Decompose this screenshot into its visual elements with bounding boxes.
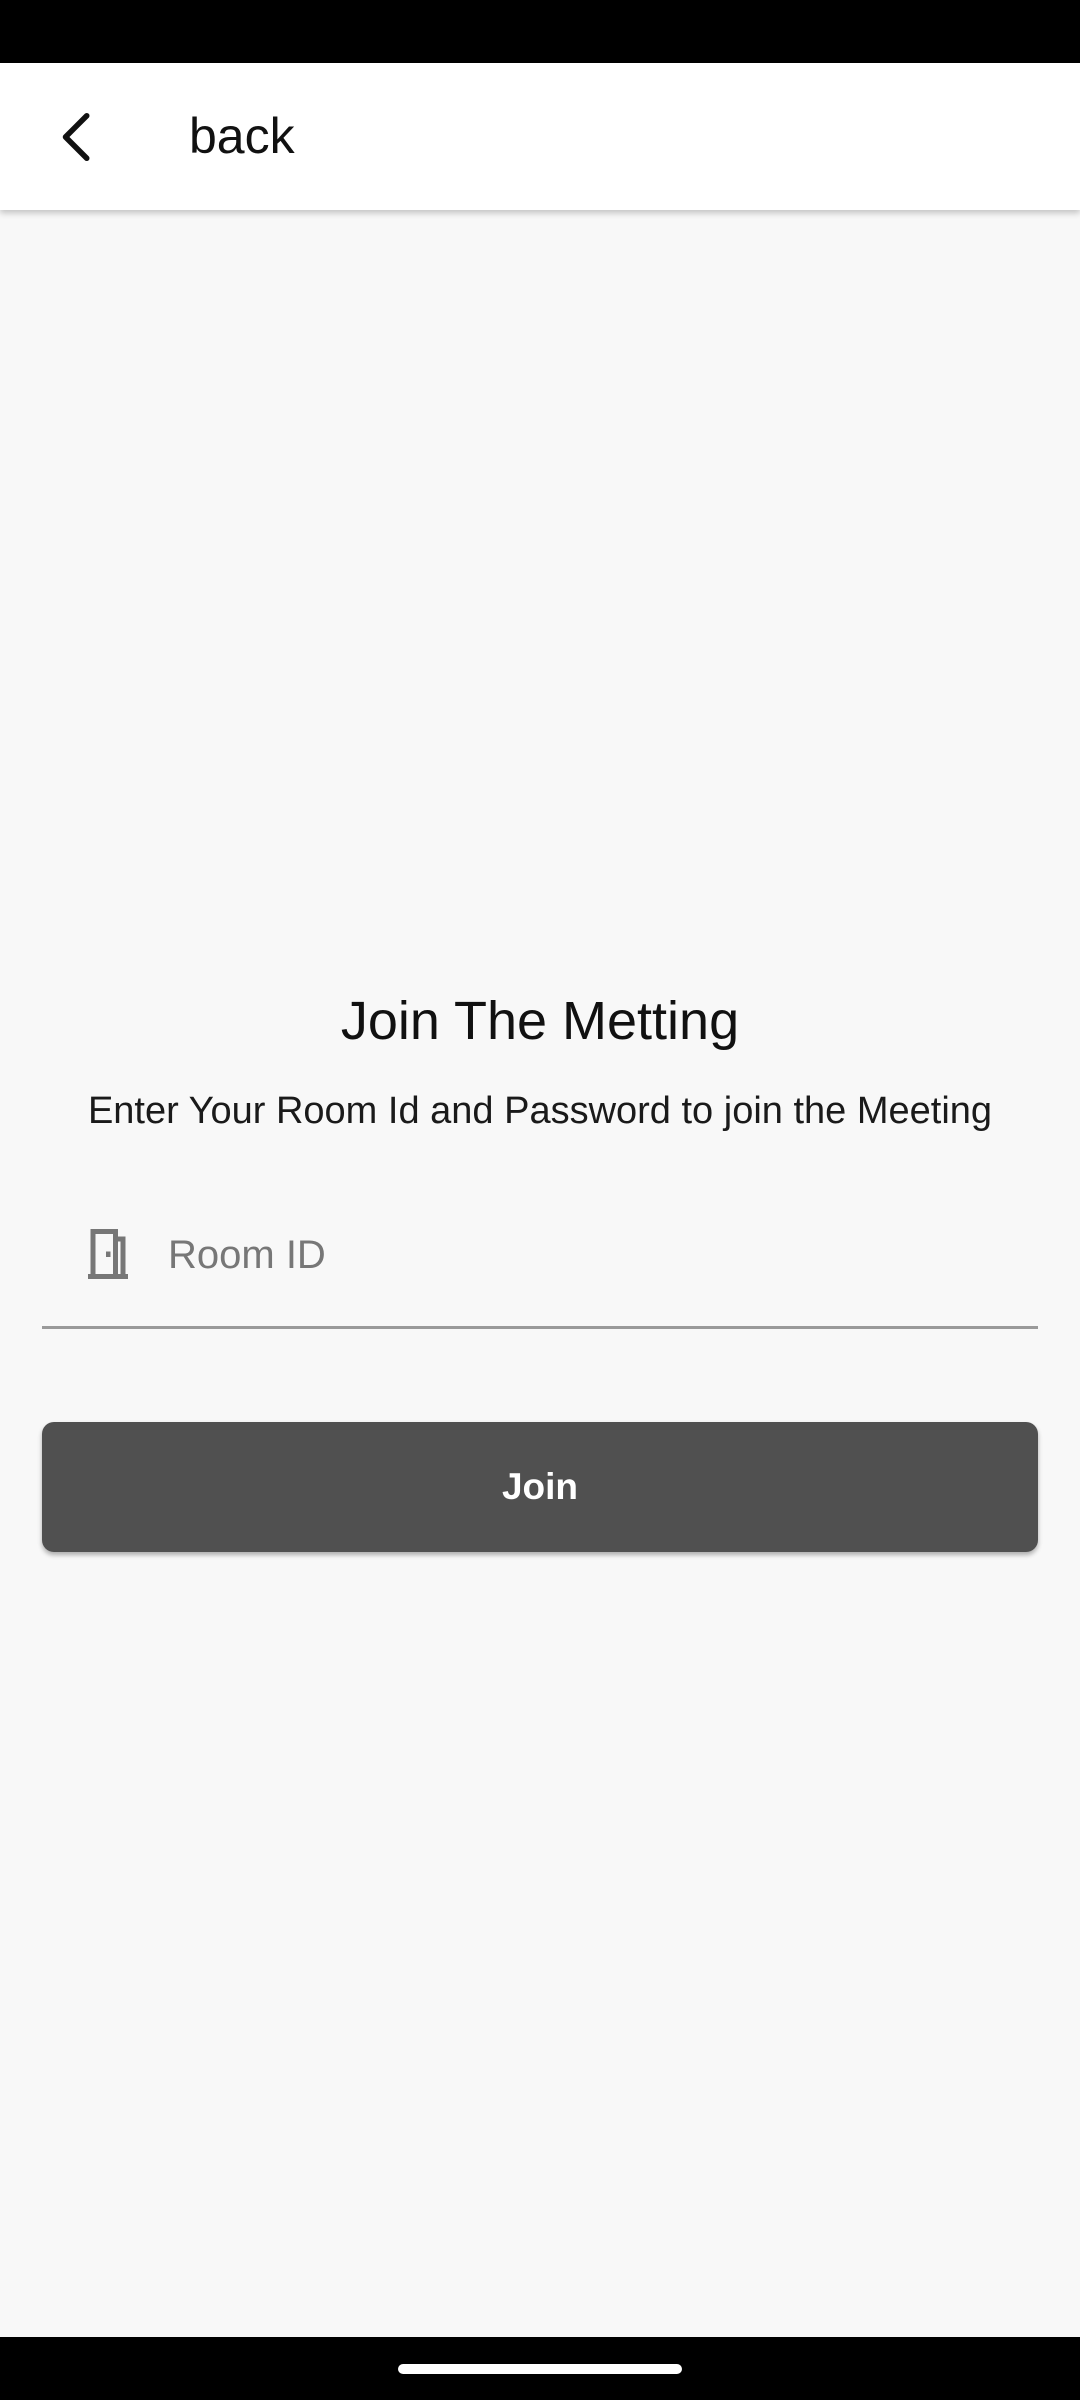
app-bar-title: back xyxy=(189,108,295,164)
status-bar xyxy=(0,0,1080,63)
back-button[interactable] xyxy=(36,95,120,179)
home-indicator[interactable] xyxy=(398,2364,682,2374)
room-id-field[interactable] xyxy=(42,1200,1038,1329)
page-subtitle: Enter Your Room Id and Password to join … xyxy=(87,1090,993,1132)
page-title: Join The Metting xyxy=(340,991,740,1051)
join-button[interactable]: Join xyxy=(42,1422,1038,1552)
navigation-bar xyxy=(0,2337,1080,2400)
screen: back Join The Metting Enter Your Room Id… xyxy=(0,0,1080,2400)
app-bar: back xyxy=(0,63,1080,210)
arrow-back-icon xyxy=(62,113,90,161)
door-icon xyxy=(88,1229,128,1279)
join-meeting-form: Join The Metting Enter Your Room Id and … xyxy=(0,210,1080,2337)
room-id-input[interactable] xyxy=(166,1218,1010,1292)
